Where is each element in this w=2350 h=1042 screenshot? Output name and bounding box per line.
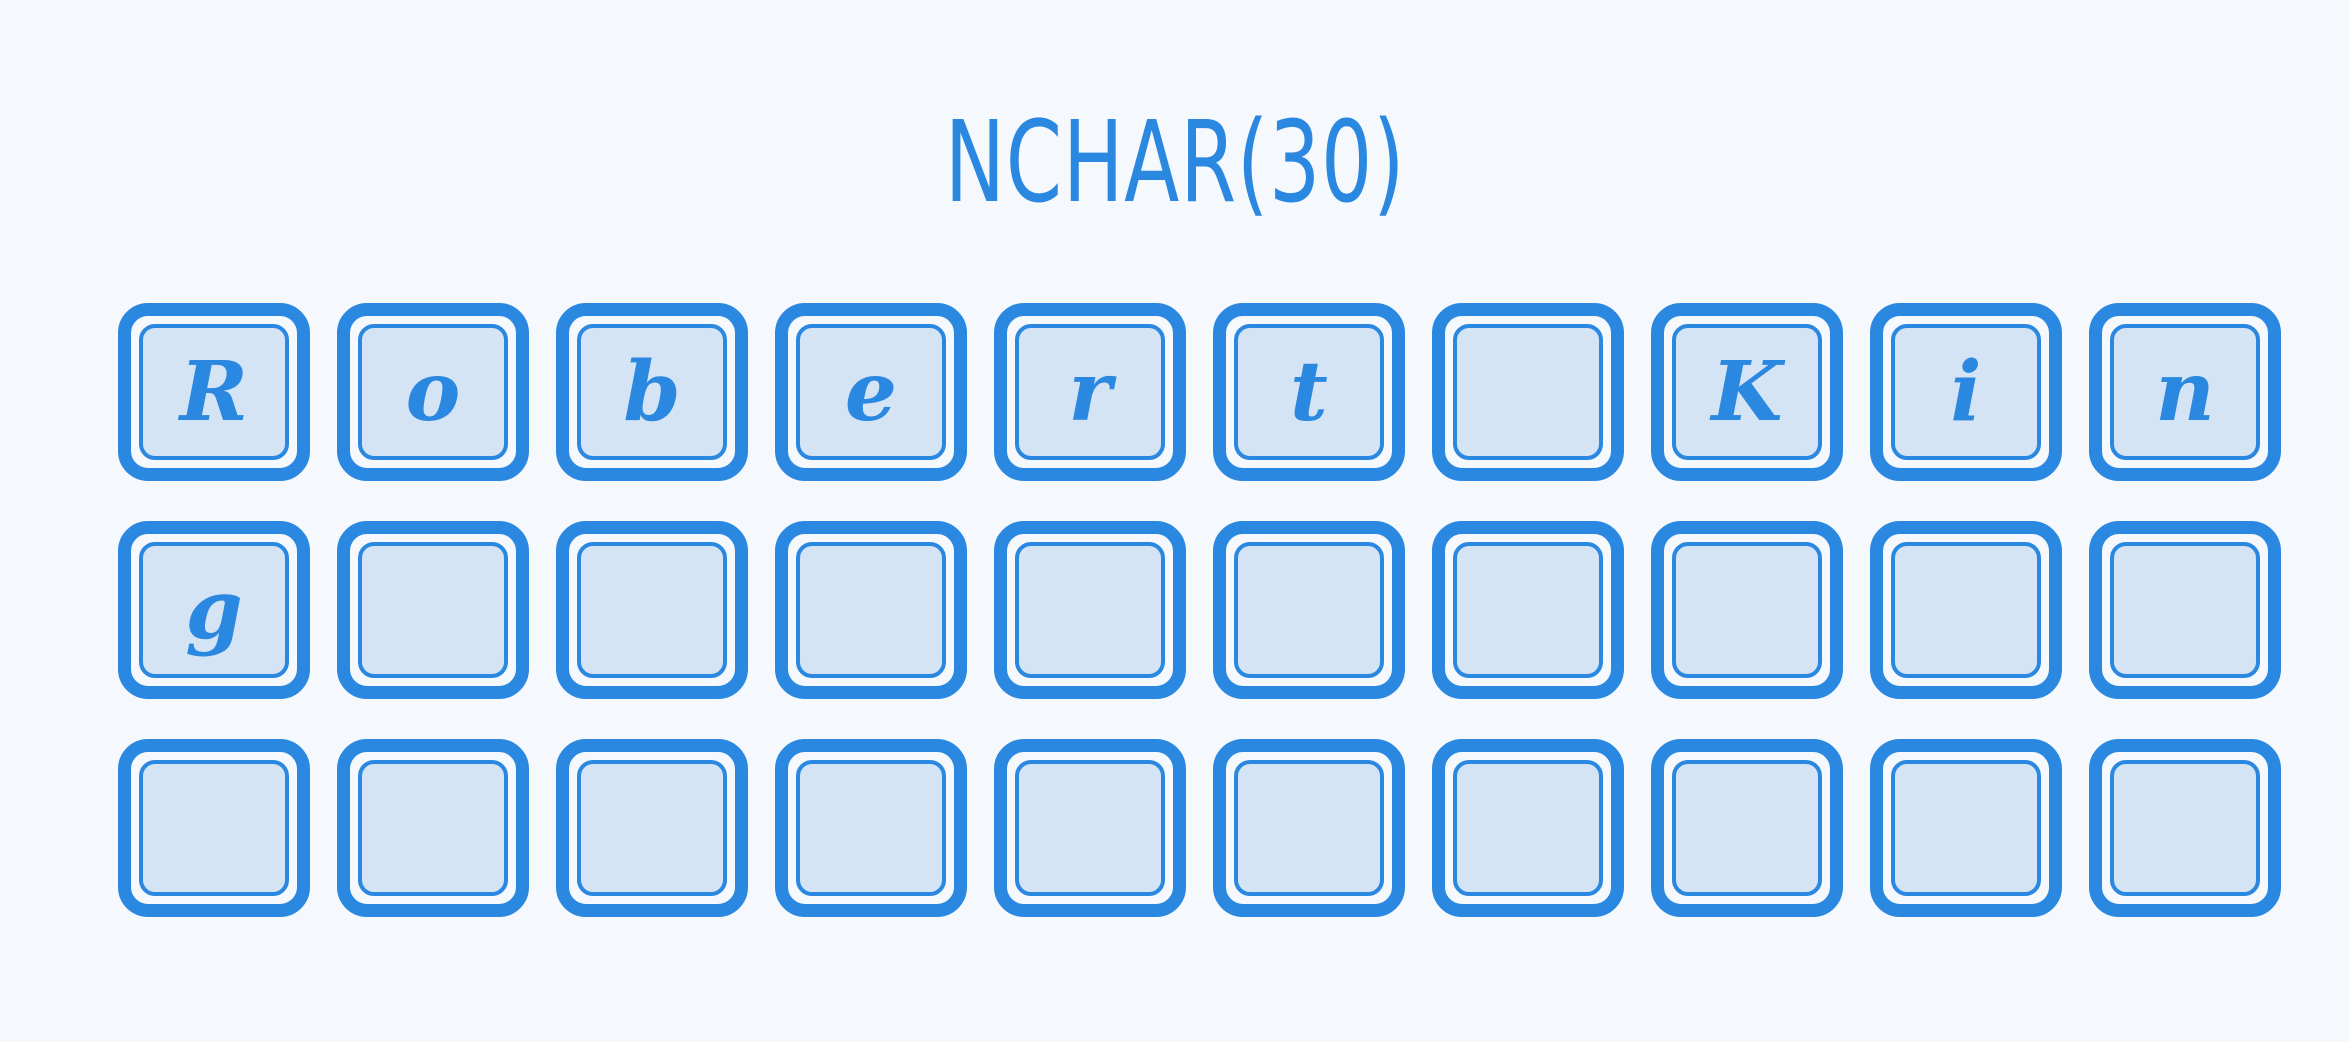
char-slot <box>994 739 1186 917</box>
char-slot: b <box>556 303 748 481</box>
char-slot-fill: o <box>358 324 508 460</box>
char-slot <box>1651 739 1843 917</box>
char-slot: n <box>2089 303 2281 481</box>
char-slot <box>1432 521 1624 699</box>
char-slot: K <box>1651 303 1843 481</box>
char-slot <box>1213 739 1405 917</box>
char-slot <box>337 521 529 699</box>
char-slot: R <box>118 303 310 481</box>
char-slot-fill: r <box>1015 324 1165 460</box>
char-slot-value: g <box>185 562 243 658</box>
char-slot-fill <box>1015 760 1165 896</box>
char-slot: r <box>994 303 1186 481</box>
char-slot-fill <box>1453 542 1603 678</box>
char-slot-fill: e <box>796 324 946 460</box>
char-slot-fill <box>2110 760 2260 896</box>
char-slot-fill <box>1672 760 1822 896</box>
char-slot-fill <box>577 542 727 678</box>
char-slot <box>556 521 748 699</box>
char-slot: o <box>337 303 529 481</box>
char-slot <box>337 739 529 917</box>
char-slot: e <box>775 303 967 481</box>
char-slot: i <box>1870 303 2062 481</box>
char-slot <box>1213 521 1405 699</box>
char-slot-fill <box>796 760 946 896</box>
char-slot-fill <box>1234 760 1384 896</box>
character-slot-grid: Ro b e r t Ki n g <box>118 303 2281 917</box>
char-slot: t <box>1213 303 1405 481</box>
char-slot <box>1870 521 2062 699</box>
char-slot <box>1870 739 2062 917</box>
char-slot <box>1432 303 1624 481</box>
char-slot-fill: g <box>139 542 289 678</box>
char-slot-fill <box>1891 542 2041 678</box>
char-slot <box>994 521 1186 699</box>
char-slot-value: r <box>1068 344 1112 440</box>
char-slot <box>1432 739 1624 917</box>
char-slot <box>118 739 310 917</box>
char-slot <box>2089 521 2281 699</box>
char-slot <box>775 521 967 699</box>
char-slot-fill: t <box>1234 324 1384 460</box>
char-slot-value: o <box>405 344 461 440</box>
char-slot-fill: n <box>2110 324 2260 460</box>
char-slot-fill <box>1234 542 1384 678</box>
char-slot-fill <box>1453 760 1603 896</box>
char-slot <box>556 739 748 917</box>
char-slot-fill <box>139 760 289 896</box>
char-slot <box>2089 739 2281 917</box>
char-slot-fill: R <box>139 324 289 460</box>
datatype-title: NCHAR(30) <box>944 98 1406 228</box>
char-slot-fill <box>1015 542 1165 678</box>
char-slot <box>775 739 967 917</box>
char-slot-value: e <box>844 344 898 440</box>
char-slot-fill <box>796 542 946 678</box>
char-slot-value: b <box>623 344 681 440</box>
char-slot-value: t <box>1290 344 1328 440</box>
char-slot-fill <box>1453 324 1603 460</box>
char-slot-value: K <box>1711 344 1783 440</box>
char-slot-fill <box>1672 542 1822 678</box>
char-slot-value: R <box>179 344 249 440</box>
char-slot-fill <box>358 542 508 678</box>
char-slot-fill: b <box>577 324 727 460</box>
char-slot <box>1651 521 1843 699</box>
char-slot-fill <box>577 760 727 896</box>
char-slot-fill <box>2110 542 2260 678</box>
char-slot: g <box>118 521 310 699</box>
char-slot-value: i <box>1950 344 1982 440</box>
char-slot-value: n <box>2155 344 2215 440</box>
char-slot-fill: K <box>1672 324 1822 460</box>
char-slot-fill <box>358 760 508 896</box>
char-slot-fill <box>1891 760 2041 896</box>
char-slot-fill: i <box>1891 324 2041 460</box>
